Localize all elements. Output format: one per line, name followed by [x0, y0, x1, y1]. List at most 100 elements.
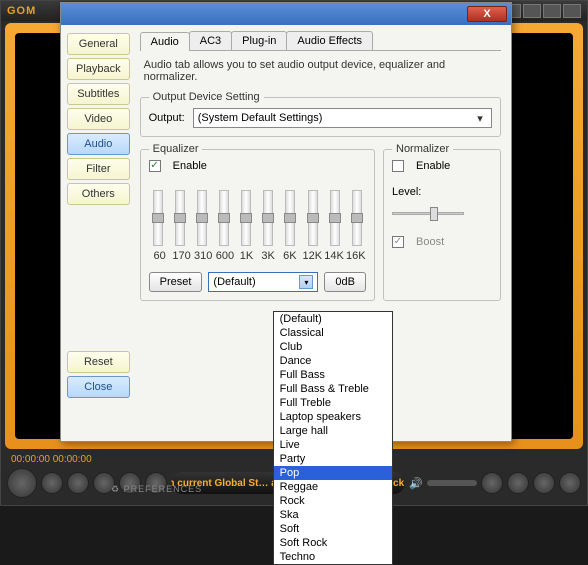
output-label: Output: [149, 112, 185, 124]
eq-band-170[interactable] [175, 190, 185, 246]
eq-band-labels: 60 170 310 600 1K 3K 6K 12K 14K 16K [149, 250, 366, 262]
sidebar-item-playback[interactable]: Playback [67, 58, 130, 80]
chevron-down-icon: ▾ [473, 112, 487, 125]
eq-sliders [149, 182, 366, 246]
eq-label: 14K [324, 250, 342, 262]
chevron-down-icon: ▾ [299, 275, 313, 289]
checkbox-icon [149, 160, 161, 172]
preset-option[interactable]: Techno [274, 550, 392, 564]
ontop-button[interactable] [543, 4, 561, 18]
output-device-select[interactable]: (System Default Settings) ▾ [193, 108, 492, 128]
tab-audio[interactable]: Audio [140, 32, 190, 51]
sidebar-item-video[interactable]: Video [67, 108, 130, 130]
zero-db-button[interactable]: 0dB [324, 272, 366, 292]
preset-option[interactable]: Soft [274, 522, 392, 536]
eq-band-600[interactable] [219, 190, 229, 246]
preset-option[interactable]: Full Bass [274, 368, 392, 382]
normalizer-enable-label: Enable [416, 160, 450, 172]
extra-button-1[interactable] [481, 472, 503, 494]
checkbox-icon [392, 236, 404, 248]
time-display: 00:00:00 00:00:00 [11, 454, 92, 465]
preset-option[interactable]: Reggae [274, 480, 392, 494]
preset-option[interactable]: Full Bass & Treble [274, 382, 392, 396]
boost-checkbox[interactable]: Boost [392, 236, 492, 248]
equalizer-title: Equalizer [149, 143, 203, 155]
level-label: Level: [392, 186, 492, 198]
eq-band-12k[interactable] [308, 190, 318, 246]
level-slider[interactable] [392, 204, 464, 222]
boost-label: Boost [416, 236, 444, 248]
eq-band-3k[interactable] [263, 190, 273, 246]
preset-dropdown[interactable]: (Default)ClassicalClubDanceFull BassFull… [273, 311, 393, 565]
eq-label: 1K [237, 250, 255, 262]
eq-band-16k[interactable] [352, 190, 362, 246]
preset-option[interactable]: Party [274, 452, 392, 466]
maximize-button[interactable] [523, 4, 541, 18]
preset-option[interactable]: (Default) [274, 312, 392, 326]
reset-button[interactable]: Reset [67, 351, 130, 373]
tab-audio-effects[interactable]: Audio Effects [286, 31, 373, 50]
equalizer-group: Equalizer Enable [140, 149, 375, 301]
preferences-dialog: X General Playback Subtitles Video Audio… [60, 2, 512, 442]
eq-band-6k[interactable] [285, 190, 295, 246]
app-close-button[interactable] [563, 4, 581, 18]
preset-option[interactable]: Dance [274, 354, 392, 368]
preset-value: (Default) [213, 276, 255, 288]
preset-option[interactable]: Soft Rock [274, 536, 392, 550]
sidebar-item-filter[interactable]: Filter [67, 158, 130, 180]
app-logo: GOM [7, 5, 36, 17]
equalizer-enable-label: Enable [173, 160, 207, 172]
preset-select[interactable]: (Default) ▾ [208, 272, 318, 292]
eq-band-60[interactable] [153, 190, 163, 246]
category-sidebar: General Playback Subtitles Video Audio F… [61, 25, 136, 441]
settings-panel: Audio AC3 Plug-in Audio Effects Audio ta… [136, 25, 511, 441]
sidebar-item-others[interactable]: Others [67, 183, 130, 205]
eq-label: 60 [151, 250, 169, 262]
preset-option[interactable]: Pop [274, 466, 392, 480]
sidebar-item-general[interactable]: General [67, 33, 130, 55]
preset-option[interactable]: Classical [274, 326, 392, 340]
play-button[interactable] [7, 468, 37, 498]
tab-description: Audio tab allows you to set audio output… [140, 51, 501, 91]
preset-button[interactable]: Preset [149, 272, 203, 292]
extra-button-2[interactable] [507, 472, 529, 494]
eq-label: 170 [172, 250, 190, 262]
extra-button-4[interactable] [559, 472, 581, 494]
eq-band-310[interactable] [197, 190, 207, 246]
tab-ac3[interactable]: AC3 [189, 31, 232, 50]
checkbox-icon [392, 160, 404, 172]
eq-label: 600 [216, 250, 234, 262]
eq-label: 6K [281, 250, 299, 262]
preferences-label: ♻ PREFERENCES [111, 484, 202, 495]
eq-label: 16K [346, 250, 364, 262]
equalizer-enable-checkbox[interactable]: Enable [149, 160, 366, 172]
normalizer-enable-checkbox[interactable]: Enable [392, 160, 492, 172]
output-device-group: Output Device Setting Output: (System De… [140, 97, 501, 137]
volume-slider[interactable] [427, 480, 477, 486]
tab-plugin[interactable]: Plug-in [231, 31, 287, 50]
output-group-title: Output Device Setting [149, 91, 264, 103]
preset-option[interactable]: Club [274, 340, 392, 354]
preset-option[interactable]: Large hall [274, 424, 392, 438]
preset-option[interactable]: Live [274, 438, 392, 452]
dialog-titlebar[interactable]: X [61, 3, 511, 25]
preset-option[interactable]: Ska [274, 508, 392, 522]
stop-button[interactable] [41, 472, 63, 494]
eq-label: 3K [259, 250, 277, 262]
eq-label: 310 [194, 250, 212, 262]
dialog-close-button[interactable]: X [467, 6, 507, 22]
normalizer-group: Normalizer Enable Level: Boost [383, 149, 501, 301]
sidebar-item-subtitles[interactable]: Subtitles [67, 83, 130, 105]
sidebar-item-audio[interactable]: Audio [67, 133, 130, 155]
tab-bar: Audio AC3 Plug-in Audio Effects [140, 31, 501, 51]
eq-band-14k[interactable] [330, 190, 340, 246]
preset-option[interactable]: Laptop speakers [274, 410, 392, 424]
close-button[interactable]: Close [67, 376, 130, 398]
output-device-value: (System Default Settings) [198, 112, 323, 124]
eq-band-1k[interactable] [241, 190, 251, 246]
volume-icon: 🔊 [409, 477, 423, 490]
normalizer-title: Normalizer [392, 143, 453, 155]
extra-button-3[interactable] [533, 472, 555, 494]
prev-button[interactable] [67, 472, 89, 494]
preset-option[interactable]: Full Treble [274, 396, 392, 410]
